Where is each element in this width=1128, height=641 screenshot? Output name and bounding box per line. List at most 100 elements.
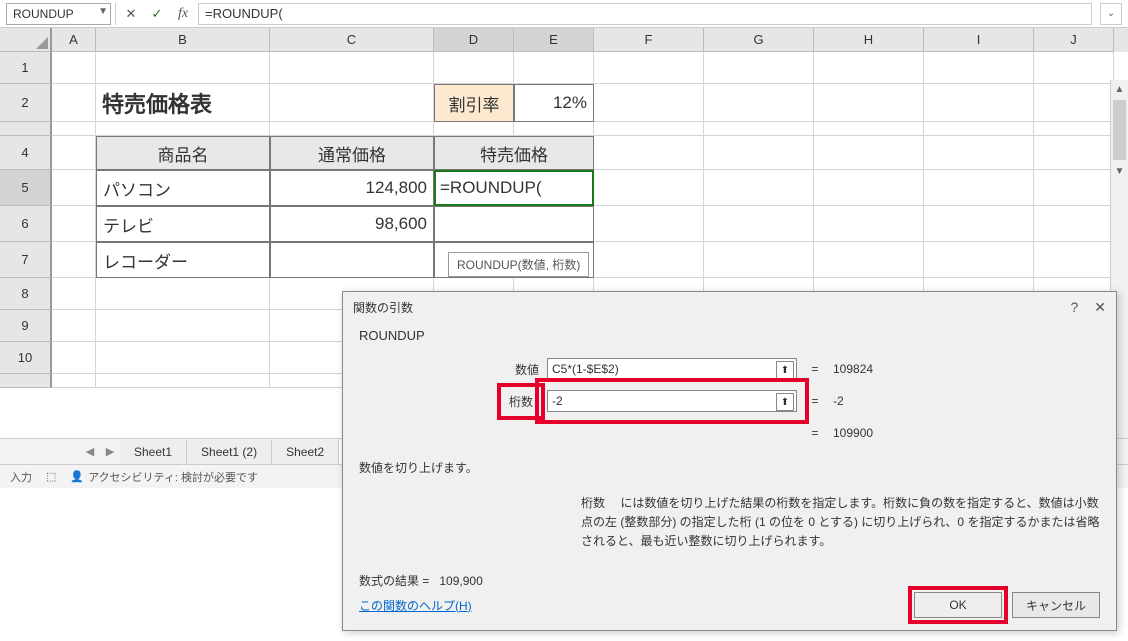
name-box[interactable]: ROUNDUP ▼ <box>6 3 111 25</box>
row-header-8[interactable]: 8 <box>0 278 52 310</box>
accept-formula-button[interactable]: ✓ <box>146 3 168 25</box>
col-header-c[interactable]: C <box>270 28 434 52</box>
cell-product[interactable]: レコーダー <box>96 242 270 278</box>
cell[interactable] <box>594 242 704 278</box>
cancel-formula-button[interactable]: ✕ <box>120 3 142 25</box>
cell-title[interactable]: 特売価格表 <box>96 84 270 122</box>
col-header-f[interactable]: F <box>594 28 704 52</box>
cell[interactable] <box>1034 242 1114 278</box>
row-header-6[interactable]: 6 <box>0 206 52 242</box>
cell[interactable] <box>270 84 434 122</box>
row-header-5[interactable]: 5 <box>0 170 52 206</box>
cell[interactable] <box>594 170 704 206</box>
cell[interactable] <box>96 52 270 84</box>
cell[interactable] <box>96 278 270 310</box>
cell[interactable] <box>434 122 514 136</box>
cell[interactable] <box>704 206 814 242</box>
cell-header-price[interactable]: 通常価格 <box>270 136 434 170</box>
cell[interactable] <box>924 242 1034 278</box>
cell[interactable] <box>704 84 814 122</box>
cell[interactable] <box>704 170 814 206</box>
col-header-d[interactable]: D <box>434 28 514 52</box>
select-all-corner[interactable] <box>0 28 52 52</box>
range-picker-icon[interactable]: ⬆ <box>776 393 794 411</box>
cell[interactable] <box>704 136 814 170</box>
expand-formula-button[interactable]: ⌄ <box>1100 3 1122 25</box>
row-header-1[interactable]: 1 <box>0 52 52 84</box>
row-header-partial[interactable] <box>0 374 52 388</box>
cell[interactable] <box>594 136 704 170</box>
cell-price[interactable] <box>270 242 434 278</box>
col-header-g[interactable]: G <box>704 28 814 52</box>
cell[interactable] <box>52 206 96 242</box>
row-header-4[interactable]: 4 <box>0 136 52 170</box>
cell[interactable] <box>924 122 1034 136</box>
tab-prev-button[interactable]: ◀ <box>80 442 100 462</box>
cancel-button[interactable]: キャンセル <box>1012 592 1100 618</box>
fx-button[interactable]: fx <box>172 3 194 25</box>
cell[interactable] <box>1034 122 1114 136</box>
cell[interactable] <box>514 122 594 136</box>
cell[interactable] <box>270 52 434 84</box>
cell-header-name[interactable]: 商品名 <box>96 136 270 170</box>
cell[interactable] <box>814 122 924 136</box>
cell[interactable] <box>924 206 1034 242</box>
cell[interactable] <box>594 206 704 242</box>
cell[interactable] <box>52 342 96 374</box>
sheet-tab[interactable]: Sheet2 <box>272 440 339 464</box>
chevron-down-icon[interactable]: ▼ <box>98 6 108 17</box>
scroll-up-icon[interactable]: ▲ <box>1111 80 1128 98</box>
row-header-3[interactable] <box>0 122 52 136</box>
cell[interactable] <box>704 52 814 84</box>
cell[interactable] <box>52 170 96 206</box>
cell[interactable] <box>96 342 270 374</box>
cell[interactable] <box>814 136 924 170</box>
cell[interactable] <box>1034 52 1114 84</box>
cell[interactable] <box>1034 84 1114 122</box>
cell[interactable] <box>434 52 514 84</box>
cell-price[interactable]: 98,600 <box>270 206 434 242</box>
cell[interactable] <box>52 374 96 388</box>
cell-header-sale[interactable]: 特売価格 <box>434 136 594 170</box>
cell[interactable] <box>514 52 594 84</box>
cell[interactable] <box>814 52 924 84</box>
cell[interactable] <box>704 242 814 278</box>
cell-active-formula[interactable]: =ROUNDUP( <box>434 170 594 206</box>
cell[interactable] <box>924 52 1034 84</box>
cell[interactable] <box>814 242 924 278</box>
cell[interactable] <box>1034 170 1114 206</box>
col-header-i[interactable]: I <box>924 28 1034 52</box>
row-header-9[interactable]: 9 <box>0 310 52 342</box>
cell[interactable] <box>1034 206 1114 242</box>
cell[interactable] <box>814 84 924 122</box>
cell[interactable] <box>704 122 814 136</box>
row-header-10[interactable]: 10 <box>0 342 52 374</box>
cell[interactable] <box>594 122 704 136</box>
col-header-j[interactable]: J <box>1034 28 1114 52</box>
help-icon[interactable]: ? <box>1070 299 1078 316</box>
cell[interactable] <box>52 278 96 310</box>
cell[interactable] <box>52 242 96 278</box>
cell-discount-value[interactable]: 12% <box>514 84 594 122</box>
cell-product[interactable]: テレビ <box>96 206 270 242</box>
cell[interactable] <box>594 84 704 122</box>
cell[interactable] <box>52 136 96 170</box>
cell[interactable] <box>52 122 96 136</box>
row-header-2[interactable]: 2 <box>0 84 52 122</box>
cell[interactable] <box>52 84 96 122</box>
cell[interactable] <box>52 310 96 342</box>
cell[interactable] <box>814 170 924 206</box>
accessibility-status[interactable]: 👤 アクセシビリティ: 検討が必要です <box>70 469 258 485</box>
cell[interactable] <box>924 170 1034 206</box>
ok-button[interactable]: OK <box>914 592 1002 618</box>
sheet-tab[interactable]: Sheet1 <box>120 440 187 464</box>
cell[interactable] <box>96 310 270 342</box>
cell[interactable] <box>434 206 594 242</box>
cell[interactable] <box>52 52 96 84</box>
help-link[interactable]: この関数のヘルプ(H) <box>359 597 472 614</box>
formula-input[interactable]: =ROUNDUP( <box>198 3 1092 25</box>
close-icon[interactable]: ✕ <box>1094 299 1106 316</box>
cell-product[interactable]: パソコン <box>96 170 270 206</box>
cell[interactable] <box>594 52 704 84</box>
row-header-7[interactable]: 7 <box>0 242 52 278</box>
